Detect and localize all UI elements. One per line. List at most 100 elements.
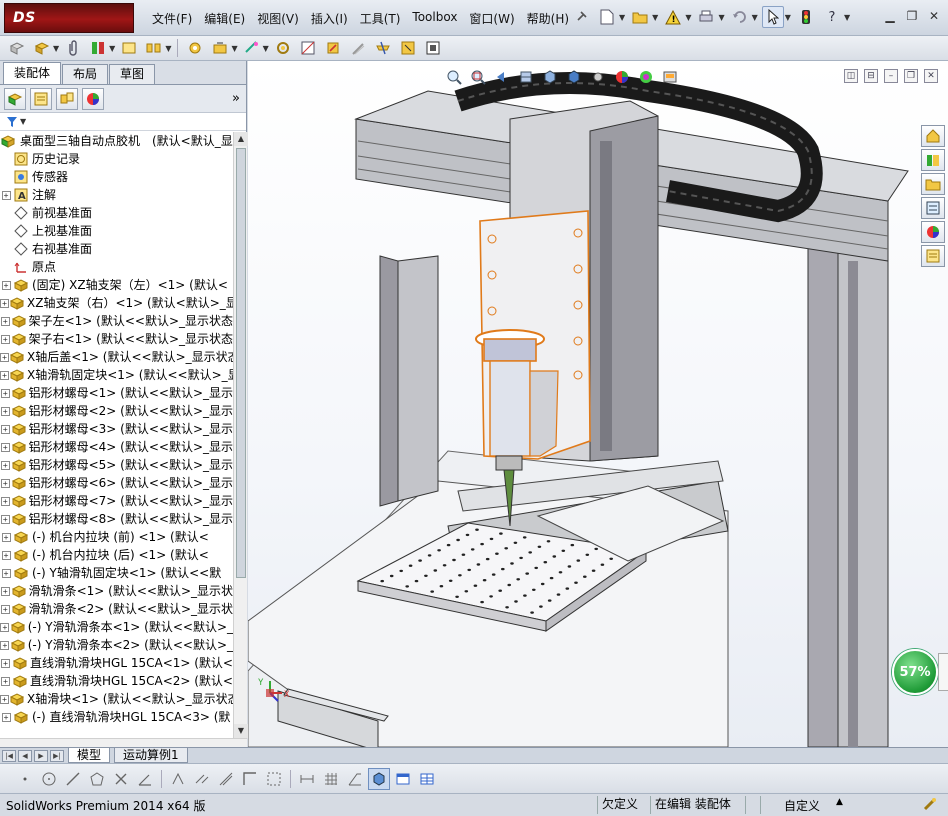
property-manager-icon[interactable]: [30, 87, 52, 110]
design-library-icon[interactable]: [921, 149, 945, 171]
scroll-thumb[interactable]: [236, 148, 246, 578]
tree-item[interactable]: + (-) Y滑轨滑条本<1> (默认<<默认>_: [0, 618, 233, 636]
tree-item[interactable]: + 直线滑轨滑块HGL 15CA<2> (默认<: [0, 672, 233, 690]
previous-view-icon[interactable]: [492, 67, 512, 87]
resources-home-icon[interactable]: [921, 125, 945, 147]
filter-icon[interactable]: [6, 116, 18, 128]
expand-icon[interactable]: +: [1, 190, 11, 200]
display-style-icon[interactable]: [564, 67, 584, 87]
explode-line-sketch-icon[interactable]: [397, 38, 419, 58]
expand-icon[interactable]: +: [1, 658, 11, 668]
new-part-icon[interactable]: [31, 38, 53, 58]
shaded-view-icon[interactable]: [368, 767, 390, 790]
tree-item[interactable]: + 铝形材螺母<6> (默认<<默认>_显示: [0, 474, 233, 492]
help-icon[interactable]: ?: [821, 6, 843, 28]
viewport-split-icon[interactable]: ◫: [844, 69, 858, 83]
viewport-tile-icon[interactable]: ⊟: [864, 69, 878, 83]
reference-geometry-icon[interactable]: [297, 38, 319, 58]
menu-item[interactable]: 帮助(H): [521, 8, 575, 28]
tree-item[interactable]: + 铝形材螺母<7> (默认<<默认>_显示: [0, 492, 233, 510]
corner-icon[interactable]: [239, 768, 261, 790]
close-icon[interactable]: ✕: [924, 7, 944, 25]
tree-item[interactable]: 原点: [0, 258, 233, 276]
expand-icon[interactable]: +: [1, 568, 11, 578]
tree-item[interactable]: + 铝形材螺母<1> (默认<<默认>_显示: [0, 384, 233, 402]
open-dropdown-icon[interactable]: ▼: [652, 13, 658, 22]
component-preview-icon[interactable]: [118, 38, 140, 58]
tree-item[interactable]: + (固定) XZ轴支架（左）<1> (默认<: [0, 276, 233, 294]
expand-icon[interactable]: +: [0, 388, 10, 398]
filter-dropdown-icon[interactable]: ▼: [20, 117, 26, 126]
menu-item[interactable]: 插入(I): [305, 8, 354, 28]
tree-item[interactable]: 历史记录: [0, 150, 233, 168]
insert-dropdown-icon[interactable]: ▼: [53, 44, 59, 53]
open-folder-button[interactable]: [629, 6, 651, 28]
units-dropdown-icon[interactable]: ▲: [836, 797, 843, 807]
tree-item[interactable]: + X轴后盖<1> (默认<<默认>_显示状态: [0, 348, 233, 366]
configuration-manager-icon[interactable]: [56, 87, 78, 110]
smart-dimension-icon[interactable]: [296, 768, 318, 790]
undo-button[interactable]: [729, 6, 751, 28]
instant3d-icon[interactable]: [422, 38, 444, 58]
smart-fasteners-icon[interactable]: [184, 38, 206, 58]
paperclip-icon[interactable]: [62, 38, 84, 58]
graphics-viewport[interactable]: Y X ◫ ⊟ – ❐ ✕ 57%: [248, 61, 948, 747]
grid-icon[interactable]: [320, 768, 342, 790]
bill-of-materials-icon[interactable]: [347, 38, 369, 58]
progress-side-tab[interactable]: [938, 653, 948, 691]
viewport-restore-icon[interactable]: ❐: [904, 69, 918, 83]
viewport-minimize-icon[interactable]: –: [884, 69, 898, 83]
undo-dropdown-icon[interactable]: ▼: [752, 13, 758, 22]
tree-item[interactable]: + 铝形材螺母<8> (默认<<默认>_显示: [0, 510, 233, 528]
expand-icon[interactable]: +: [0, 352, 9, 362]
tree-item[interactable]: + (-) 机台内拉块 (前) <1> (默认<: [0, 528, 233, 546]
traffic-light-icon[interactable]: [795, 6, 817, 28]
tab-layout[interactable]: 布局: [62, 64, 109, 84]
extend-icon[interactable]: [191, 768, 213, 790]
relation-icon[interactable]: [344, 768, 366, 790]
help-dropdown-icon[interactable]: ▼: [844, 13, 850, 22]
expand-icon[interactable]: +: [0, 406, 10, 416]
tree-item[interactable]: + (-) 机台内拉块 (后) <1> (默认<: [0, 546, 233, 564]
restore-icon[interactable]: ❐: [902, 7, 922, 25]
tree-item[interactable]: 上视基准面: [0, 222, 233, 240]
linear-pattern-icon[interactable]: [143, 38, 165, 58]
show-hidden-icon[interactable]: [241, 38, 263, 58]
zoom-to-area-icon[interactable]: [468, 67, 488, 87]
line-icon[interactable]: [62, 768, 84, 790]
expand-icon[interactable]: +: [0, 496, 10, 506]
expand-icon[interactable]: +: [0, 298, 9, 308]
cross-icon[interactable]: [110, 768, 132, 790]
view-palette-icon[interactable]: [921, 197, 945, 219]
view-settings-icon[interactable]: [660, 67, 680, 87]
tree-item[interactable]: + X轴滑轨固定块<1> (默认<<默认>_显: [0, 366, 233, 384]
move-dropdown-icon[interactable]: ▼: [231, 44, 237, 53]
rebuild-status-icon[interactable]: [922, 797, 938, 814]
tree-item[interactable]: + 铝形材螺母<3> (默认<<默认>_显示: [0, 420, 233, 438]
expand-icon[interactable]: +: [0, 334, 10, 344]
tab-next-icon[interactable]: ▶: [34, 749, 48, 762]
feature-manager-tree-icon[interactable]: [4, 87, 26, 110]
tree-item[interactable]: + 滑轨滑条<1> (默认<<默认>_显示状: [0, 582, 233, 600]
table-icon[interactable]: [416, 768, 438, 790]
hide-show-items-icon[interactable]: [588, 67, 608, 87]
tree-item[interactable]: + 滑轨滑条<2> (默认<<默认>_显示状: [0, 600, 233, 618]
expand-icon[interactable]: +: [0, 694, 9, 704]
expand-icon[interactable]: +: [0, 460, 10, 470]
expand-icon[interactable]: +: [0, 424, 10, 434]
mate-dropdown-icon[interactable]: ▼: [109, 44, 115, 53]
pin-icon[interactable]: [570, 6, 592, 28]
expand-icon[interactable]: +: [0, 442, 10, 452]
custom-properties-icon[interactable]: [921, 245, 945, 267]
tab-sketch[interactable]: 草图: [109, 64, 156, 84]
pattern-dropdown-icon[interactable]: ▼: [165, 44, 171, 53]
offset-icon[interactable]: [215, 768, 237, 790]
expand-icon[interactable]: +: [1, 676, 11, 686]
select-dropdown-icon[interactable]: ▼: [785, 13, 791, 22]
angle-icon[interactable]: [134, 768, 156, 790]
trim-icon[interactable]: [167, 768, 189, 790]
tree-item[interactable]: 传感器: [0, 168, 233, 186]
solidworks-logo[interactable]: DS SOLIDWORKS: [4, 3, 134, 54]
tree-vertical-scrollbar[interactable]: ▲ ▼: [233, 132, 248, 738]
tree-horizontal-scrollbar[interactable]: [0, 738, 247, 747]
